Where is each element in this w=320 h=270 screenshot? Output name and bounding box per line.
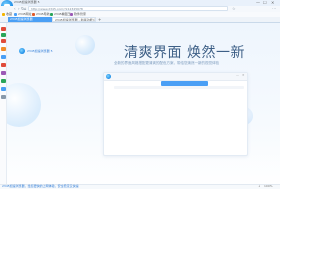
preview-address-bar [114, 86, 244, 89]
tab-inactive[interactable]: 2345加速浏览器 - 新版功能介绍 [52, 17, 96, 22]
bookmark-label: 软件管家 [74, 12, 87, 16]
bookmark-site-icon [14, 12, 17, 16]
preview-close-icon: ✕ [242, 73, 245, 77]
minimize-button[interactable]: — [256, 0, 260, 5]
browser-preview-illustration: — ✕ [103, 72, 248, 156]
bookmark-label: 收藏 [6, 12, 13, 16]
bookmark-site-icon [32, 12, 35, 16]
page-subtitle: 全新的界面风格搭配更清爽的配色方案，带给您焕然一新的视觉体验 [114, 61, 219, 65]
game-icon[interactable] [1, 39, 6, 43]
decorative-bubble [75, 35, 95, 55]
preview-minimize-icon: — [236, 73, 239, 77]
video-icon[interactable] [1, 33, 6, 37]
maximize-button[interactable]: ☐ [263, 0, 267, 5]
bookmark-label: 2345导航 [36, 12, 50, 16]
menu-icon[interactable]: ⋯ [272, 6, 276, 11]
back-icon[interactable]: ‹ [14, 6, 16, 11]
bookmark-site-icon [70, 12, 73, 16]
calendar-icon[interactable] [1, 79, 6, 83]
forward-icon[interactable]: › [18, 6, 20, 11]
tools-icon[interactable] [1, 87, 6, 91]
preview-toolbar [104, 73, 247, 81]
tab-active[interactable]: 2345加速浏览器 [8, 17, 52, 22]
bookmark-label: 2345网址 [18, 12, 32, 16]
weather-icon[interactable] [1, 63, 6, 67]
blank-area [0, 189, 280, 270]
mail-icon[interactable] [1, 55, 6, 59]
sidebar [0, 23, 7, 188]
close-button[interactable]: ✕ [271, 0, 274, 5]
favorite-star-icon[interactable]: ☆ [232, 6, 236, 11]
welcome-text: 2345加速浏览器 5 [27, 49, 53, 53]
home-icon[interactable]: ⌂ [24, 6, 27, 11]
bookmark-label: 2345看图王 [54, 12, 71, 16]
browser-logo-icon [19, 48, 25, 54]
address-bar[interactable]: http://www.2345.com/?k12345678 [28, 6, 228, 11]
page-title: 清爽界面 焕然一新 [124, 45, 245, 61]
preview-logo-icon [106, 74, 111, 79]
news-icon[interactable] [1, 27, 6, 31]
settings-icon[interactable] [1, 95, 6, 99]
bookmark-site-icon [50, 12, 53, 16]
shop-icon[interactable] [1, 47, 6, 51]
new-tab-button[interactable]: + [98, 17, 101, 22]
decorative-bubble [7, 83, 41, 127]
bookmark-star-icon [2, 12, 5, 16]
window-title: 2345加速浏览器 5 [14, 0, 40, 4]
address-text: http://www.2345.com/?k12345678 [31, 7, 83, 11]
welcome-heading: 2345加速浏览器 5 [19, 48, 53, 54]
music-icon[interactable] [1, 71, 6, 75]
